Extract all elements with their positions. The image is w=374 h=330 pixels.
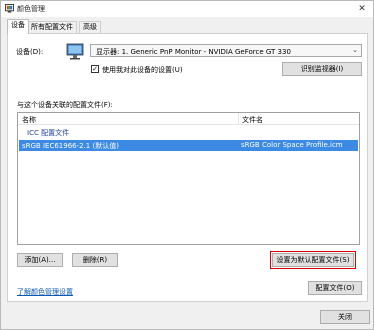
icc-profiles-group: ICC 配置文件 bbox=[27, 129, 70, 137]
device-select[interactable]: 显示器: 1. Generic PnP Monitor - NVIDIA GeF… bbox=[90, 44, 362, 57]
row-file: sRGB Color Space Profile.icm bbox=[241, 141, 343, 149]
column-header-name[interactable]: 名称 bbox=[22, 115, 36, 125]
window-title: 颜色管理 bbox=[17, 5, 45, 13]
table-row[interactable]: sRGB IEC61966-2.1 (默认值) sRGB Color Space… bbox=[19, 140, 358, 151]
identify-monitors-button[interactable]: 识别监视器(I) bbox=[282, 62, 362, 76]
add-button[interactable]: 添加(A)... bbox=[17, 253, 63, 267]
use-my-settings-checkbox[interactable]: ✓ bbox=[91, 65, 99, 73]
use-my-settings-label: 使用我对此设备的设置(U) bbox=[102, 66, 183, 74]
learn-color-management-link[interactable]: 了解颜色管理设置 bbox=[17, 287, 73, 297]
device-label: 设备(D): bbox=[16, 48, 44, 56]
devices-panel: 设备(D): 显示器: 1. Generic PnP Monitor - NVI… bbox=[7, 33, 368, 302]
row-name: sRGB IEC61966-2.1 (默认值) bbox=[22, 142, 119, 150]
color-management-window: 颜色管理 ✕ 设备 所有配置文件 高级 设备(D): 显示器: 1. Gener… bbox=[0, 0, 374, 330]
tab-devices[interactable]: 设备 bbox=[7, 19, 29, 34]
close-button[interactable]: 关闭 bbox=[320, 310, 370, 324]
profiles-label: 与这个设备关联的配置文件(F): bbox=[17, 101, 113, 109]
profiles-button[interactable]: 配置文件(O) bbox=[308, 281, 362, 295]
profiles-list[interactable]: 名称 文件名 ICC 配置文件 sRGB IEC61966-2.1 (默认值) … bbox=[17, 112, 360, 245]
list-header: 名称 文件名 bbox=[18, 113, 359, 125]
set-default-profile-button[interactable]: 设置为默认配置文件(S) bbox=[270, 251, 356, 269]
monitor-icon bbox=[66, 43, 84, 60]
tab-advanced[interactable]: 高级 bbox=[79, 21, 101, 33]
tab-all-profiles[interactable]: 所有配置文件 bbox=[27, 21, 77, 33]
column-divider bbox=[238, 113, 239, 125]
color-management-icon bbox=[5, 4, 14, 13]
remove-button[interactable]: 删除(R) bbox=[72, 253, 118, 267]
title-bar: 颜色管理 ✕ bbox=[1, 1, 373, 17]
device-select-value: 显示器: 1. Generic PnP Monitor - NVIDIA GeF… bbox=[96, 48, 291, 56]
close-window-icon[interactable]: ✕ bbox=[355, 2, 369, 16]
chevron-down-icon: ⌄ bbox=[352, 46, 358, 54]
column-header-file[interactable]: 文件名 bbox=[242, 115, 263, 125]
